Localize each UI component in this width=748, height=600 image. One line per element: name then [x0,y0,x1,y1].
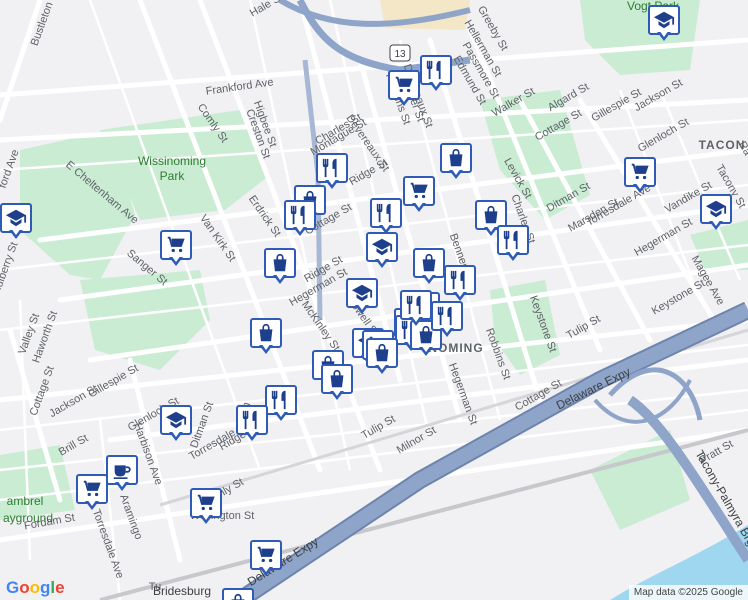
map-pin-restaurant[interactable] [420,55,452,93]
shopping-bag-icon [330,369,344,388]
coffee-icon [113,465,131,479]
map-pin-shopping-cart[interactable] [388,70,420,108]
shopping-bag-icon [231,593,245,600]
restaurant-icon [426,60,441,80]
school-icon [5,209,27,227]
map-pin-shopping-cart[interactable] [403,176,435,214]
school-icon [165,411,187,429]
shopping-bag-icon [484,205,498,224]
restaurant-icon [437,306,452,326]
neighborhood-label: TACON [699,138,746,152]
shopping-cart-icon [631,163,649,180]
street-label: Jackson St [47,383,100,420]
street-label: Glenloch St [636,116,691,155]
shopping-cart-icon [410,182,428,199]
map-pin-shopping-bag[interactable] [440,143,472,181]
map-pin-shopping-bag[interactable] [250,318,282,356]
shopping-cart-icon [257,546,275,563]
map-pin-school[interactable] [346,278,378,316]
map-pin-shopping-bag[interactable] [366,338,398,376]
place-label: Bridesburg [153,584,211,598]
street-label: Torresdale Ave [90,508,126,580]
map-pin-shopping-cart[interactable] [190,488,222,526]
map-pin-school[interactable] [700,194,732,232]
map-pin-school[interactable] [366,232,398,270]
map-pin-shopping-cart[interactable] [624,157,656,195]
restaurant-icon [242,410,257,430]
route-shield: 13 [389,44,411,62]
shopping-bag-icon [422,253,436,272]
map-pin-shopping-bag[interactable] [413,248,445,286]
map-pin-school[interactable] [160,405,192,443]
map-pin-shopping-bag[interactable] [222,588,254,600]
shopping-cart-icon [167,236,185,253]
shopping-bag-icon [273,253,287,272]
map-pin-restaurant[interactable] [265,385,297,423]
map-pin-shopping-bag[interactable] [321,364,353,402]
school-icon [653,11,675,29]
school-icon [371,238,393,256]
map-view[interactable]: 13 Hale St Bustleton Frankford Ave Comly St… [0,0,748,600]
restaurant-icon [406,295,421,315]
map-pin-shopping-cart[interactable] [250,540,282,578]
google-logo: Google [6,578,65,597]
map-pin-shopping-cart[interactable] [76,474,108,512]
shopping-cart-icon [83,480,101,497]
map-pin-restaurant[interactable] [444,265,476,303]
shopping-bag-icon [375,343,389,362]
shopping-bag-icon [449,148,463,167]
map-pin-school[interactable] [0,203,32,241]
school-icon [351,284,373,302]
highway-label: Delaware Expy [554,364,633,412]
street-label: Hale St [248,0,285,20]
school-icon [705,200,727,218]
restaurant-icon [376,203,391,223]
svg-text:13: 13 [394,49,406,60]
map-pin-restaurant[interactable] [284,200,316,238]
shopping-cart-icon [197,494,215,511]
map-pin-restaurant[interactable] [497,225,529,263]
park-label: Park [160,169,186,183]
map-attribution[interactable]: Map data ©2025 Google [628,585,748,600]
park-label: Wissinoming [138,154,206,168]
restaurant-icon [271,390,286,410]
map-pin-shopping-cart[interactable] [160,230,192,268]
shopping-bag-icon [259,323,273,342]
map-pin-restaurant[interactable] [370,198,402,236]
street-label: Brill St [57,432,91,458]
restaurant-icon [450,270,465,290]
highway-label: Tacony-Palmyra Brg [692,448,748,549]
restaurant-icon [290,205,305,225]
map-pin-restaurant[interactable] [431,301,463,339]
park-area [80,270,210,370]
map-pin-restaurant[interactable] [236,405,268,443]
park-label: ayground [3,511,53,525]
map-pin-restaurant[interactable] [400,290,432,328]
map-pin-school[interactable] [648,5,680,43]
shopping-cart-icon [395,76,413,93]
park-label: ambrel [7,494,44,508]
restaurant-icon [503,230,518,250]
map-pin-coffee[interactable] [106,455,138,493]
map-pin-shopping-bag[interactable] [264,248,296,286]
restaurant-icon [322,158,337,178]
